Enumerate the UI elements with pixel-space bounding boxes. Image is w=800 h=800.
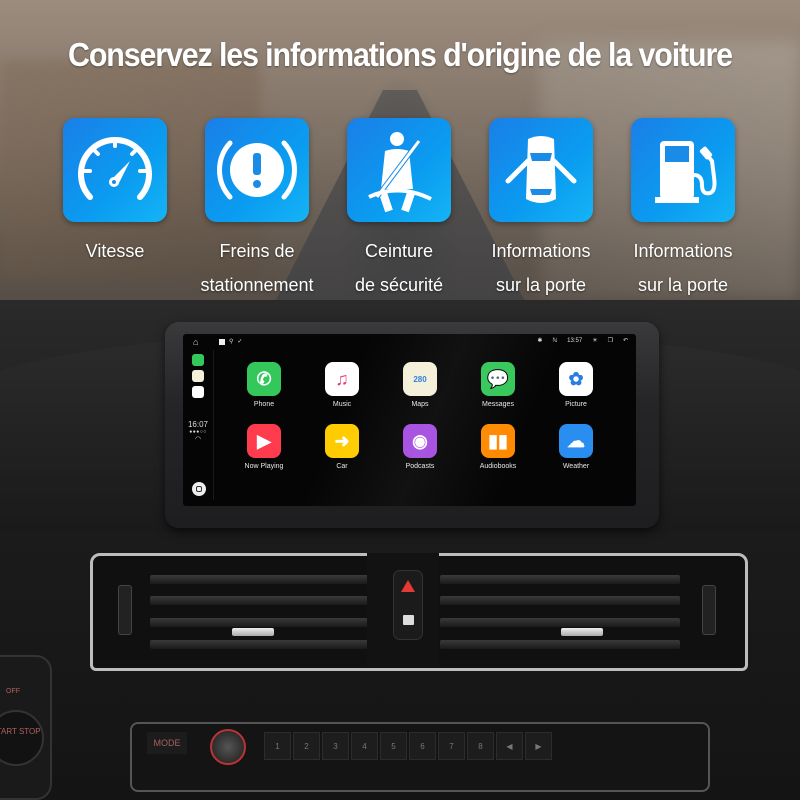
preset-button[interactable]: 6 [409,732,436,760]
mode-button[interactable]: MODE [147,732,187,754]
app-car[interactable]: ➜ Car [303,424,381,470]
app-phone[interactable]: ✆ Phone [225,362,303,408]
app-grid: ✆ Phone ♫ Music 280 Maps 💬 Messages ✿ Picture ▶ Now… [225,362,625,470]
sidebar-music-icon[interactable] [192,386,204,398]
carplay-sidebar: 16:07 ●●●○○ ◠ [183,350,213,506]
vent-wheel-right[interactable] [702,585,716,635]
sidebar-clock: 16:07 [187,420,209,429]
app-label: Messages [482,401,514,408]
speedometer-icon [63,118,167,222]
preset-button[interactable]: 7 [438,732,465,760]
bluetooth-icon: ✱ [537,338,543,344]
app-podcasts[interactable]: ◉ Podcasts [381,424,459,470]
feature-vitesse: Vitesse [40,118,190,268]
hazard-icon [401,580,415,592]
app-messages[interactable]: 💬 Messages [459,362,537,408]
phone-icon: ✆ [247,362,281,396]
preset-button[interactable]: 2 [293,732,320,760]
feature-seatbelt: Ceinture de sécurité [324,118,474,302]
music-icon: ♫ [325,362,359,396]
preset-button[interactable]: 3 [322,732,349,760]
feature-label: Freins de stationnement [200,241,314,295]
feature-doors: Informations sur la porte [466,118,616,302]
carplay-home-button[interactable] [192,482,206,496]
app-weather[interactable]: ☁ Weather [537,424,615,470]
brightness-icon[interactable]: ☀ [592,337,597,344]
feature-label: Informations sur la porte [491,241,591,295]
sidebar-phone-icon[interactable] [192,354,204,366]
check-icon: ✓ [237,339,243,345]
preset-button[interactable]: 1 [264,732,291,760]
fuel-pump-icon [631,118,735,222]
app-picture[interactable]: ✿ Picture [537,362,615,408]
weather-icon: ☁ [559,424,593,458]
headline: Conservez les informations d'origine de … [68,36,733,73]
seatbelt-icon [347,118,451,222]
messages-icon: 💬 [481,362,515,396]
back-icon[interactable]: ↶ [623,337,628,344]
vent-tab-left[interactable] [232,628,274,636]
preset-button[interactable]: 4 [351,732,378,760]
maps-icon: 280 [403,362,437,396]
app-label: Maps [411,401,429,408]
app-label: Audiobooks [479,463,517,470]
app-label: Phone [253,401,275,408]
feature-label: Ceinture de sécurité [354,241,444,295]
head-unit-screen: ⌂ ⚲ ✓ ✱ ℕ 13:57 ☀ ❐ ↶ 16:07 ●●●○○ ◠ ✆ Phon… [183,334,636,506]
car-icon: ➜ [325,424,359,458]
lock-icon [403,615,414,625]
notification-icon [219,338,225,345]
wifi-icon: ◠ [194,436,202,443]
app-label: Podcasts [405,463,435,470]
status-time: 13:57 [567,337,583,344]
multiwindow-icon[interactable]: ❐ [608,337,613,344]
preset-button[interactable]: ◀ [496,732,523,760]
signal-icon: ℕ [552,338,558,344]
feature-fuel: Informations sur la porte [608,118,758,302]
photos-icon: ✿ [559,362,593,396]
status-bar: ⌂ ⚲ ✓ ✱ ℕ 13:57 ☀ ❐ ↶ [183,334,636,350]
home-icon[interactable]: ⌂ [193,337,198,347]
traction-off-label: OFF [6,688,20,695]
app-now-playing[interactable]: ▶ Now Playing [225,424,303,470]
feature-label: Vitesse [85,241,145,261]
vent-wheel-left[interactable] [118,585,132,635]
vent-tab-right[interactable] [561,628,603,636]
parking-brake-icon [205,118,309,222]
app-label: Picture [565,401,587,408]
preset-button[interactable]: 8 [467,732,494,760]
app-label: Now Playing [244,463,284,470]
car-doors-icon [489,118,593,222]
sidebar-maps-icon[interactable] [192,370,204,382]
app-audiobooks[interactable]: ▮▮ Audiobooks [459,424,537,470]
app-music[interactable]: ♫ Music [303,362,381,408]
product-banner: Conservez les informations d'origine de … [0,0,800,800]
app-maps[interactable]: 280 Maps [381,362,459,408]
feature-label: Informations sur la porte [633,241,733,295]
now-playing-icon: ▶ [247,424,281,458]
app-label: Car [336,463,348,470]
preset-button[interactable]: ▶ [525,732,552,760]
app-label: Weather [562,463,590,470]
hazard-button[interactable] [393,570,423,640]
audiobooks-icon: ▮▮ [481,424,515,458]
app-label: Music [332,401,352,408]
feature-parking-brake: Freins de stationnement [182,118,332,302]
volume-knob[interactable] [210,729,246,765]
preset-button[interactable]: 5 [380,732,407,760]
location-icon: ⚲ [229,339,234,345]
podcasts-icon: ◉ [403,424,437,458]
